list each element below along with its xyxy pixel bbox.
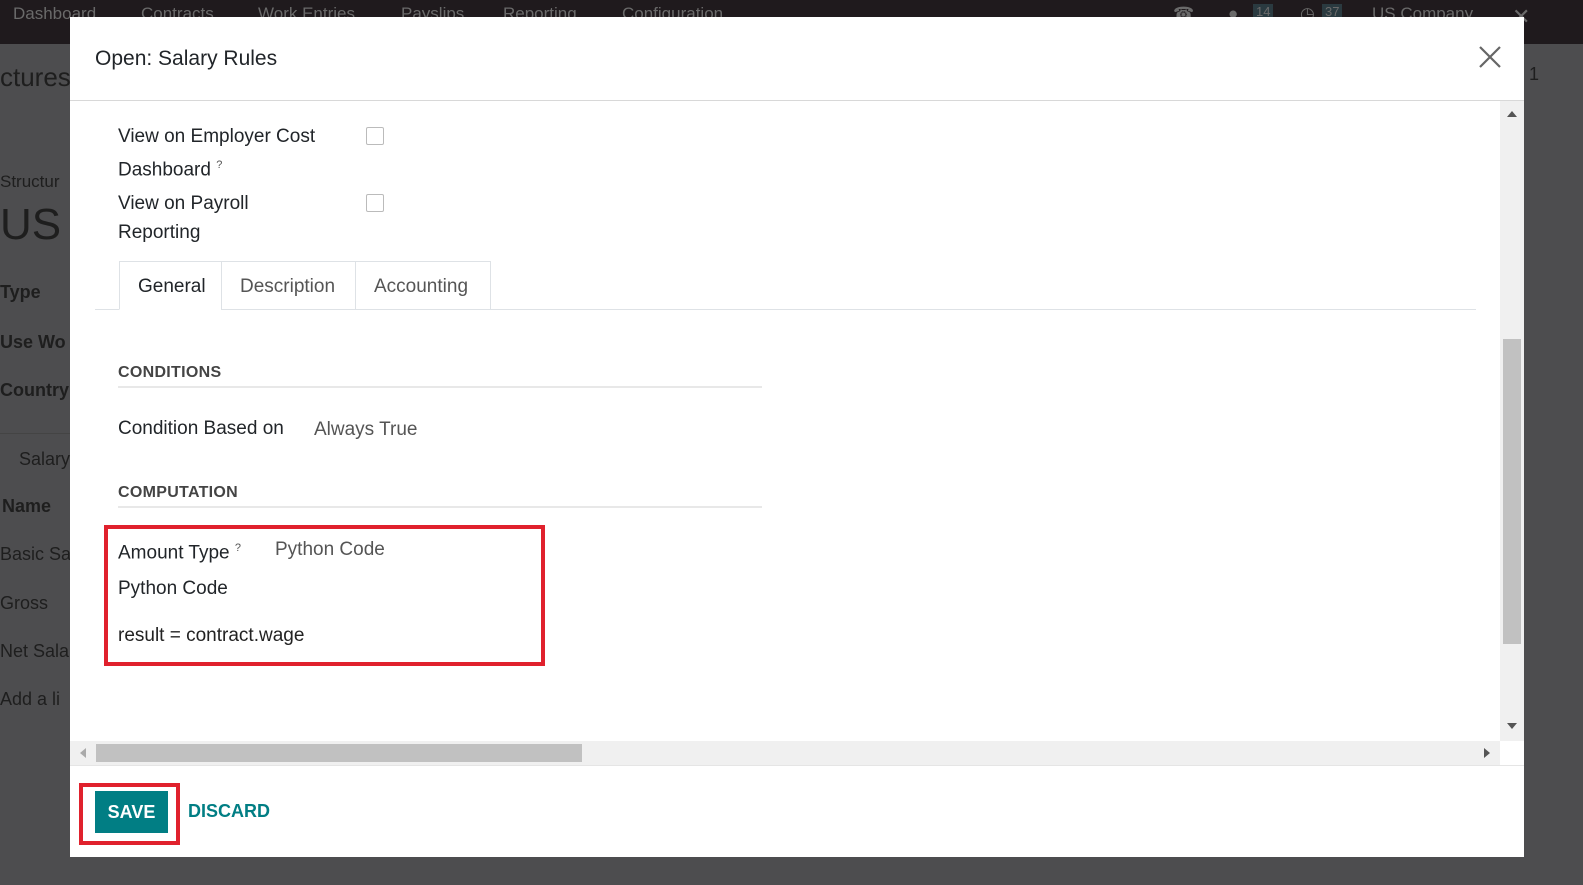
bg-row: Gross xyxy=(0,593,49,613)
tab-accounting[interactable]: Accounting xyxy=(355,261,491,310)
dialog-footer: SAVE DISCARD xyxy=(70,765,1524,857)
dialog-title: Open: Salary Rules xyxy=(95,47,278,70)
save-button[interactable]: SAVE xyxy=(95,791,168,833)
bg-field: Use Wo xyxy=(0,332,66,352)
bg-structure-name: US xyxy=(0,200,62,249)
computation-header: COMPUTATION xyxy=(118,484,239,501)
dialog-body: View on Employer Cost Dashboard ? View on… xyxy=(70,101,1524,765)
discard-button[interactable]: DISCARD xyxy=(188,801,270,822)
vertical-scroll-thumb[interactable] xyxy=(1503,339,1521,644)
conditions-header: CONDITIONS xyxy=(118,364,222,381)
tab-description[interactable]: Description xyxy=(221,261,356,310)
payroll-reporting-checkbox[interactable] xyxy=(366,194,384,212)
bg-row: Net Sala xyxy=(0,641,70,661)
bg-column-header: Name xyxy=(2,496,52,516)
python-code-editor[interactable]: result = contract.wage xyxy=(118,621,304,650)
scroll-right-icon[interactable] xyxy=(1484,748,1490,758)
bg-pager: 1 xyxy=(1529,64,1540,84)
vertical-scrollbar[interactable] xyxy=(1500,101,1524,741)
amount-type-label: Amount Type ? xyxy=(118,542,242,564)
help-icon[interactable]: ? xyxy=(235,542,241,554)
help-icon[interactable]: ? xyxy=(216,159,222,171)
employer-cost-label: View on Employer Cost Dashboard ? xyxy=(118,126,316,181)
payroll-reporting-label: View on Payroll Reporting xyxy=(118,193,249,243)
scroll-left-icon[interactable] xyxy=(80,748,86,758)
employer-cost-checkbox[interactable] xyxy=(366,127,384,145)
bg-row: Basic Sa xyxy=(0,544,72,564)
close-icon[interactable] xyxy=(1476,43,1504,71)
tab-general[interactable]: General xyxy=(119,261,222,310)
bg-field: Type xyxy=(0,282,41,302)
bg-add-line: Add a li xyxy=(0,689,61,709)
horizontal-scroll-thumb[interactable] xyxy=(96,744,582,762)
bg-field: Country xyxy=(0,380,69,400)
scroll-down-icon[interactable] xyxy=(1507,723,1517,729)
bg-structure-label: Structur xyxy=(0,172,60,191)
salary-rule-dialog: Open: Salary Rules View on Employer Cost… xyxy=(70,17,1524,857)
bg-tab: Salary xyxy=(19,449,71,469)
scroll-up-icon[interactable] xyxy=(1507,111,1517,117)
amount-type-value[interactable]: Python Code xyxy=(275,539,385,561)
horizontal-scrollbar[interactable] xyxy=(70,741,1500,765)
dialog-header: Open: Salary Rules xyxy=(70,17,1524,101)
condition-value[interactable]: Always True xyxy=(314,419,417,441)
python-code-label: Python Code xyxy=(118,578,228,599)
bg-breadcrumb: ctures xyxy=(0,62,71,92)
condition-label: Condition Based on xyxy=(118,418,284,439)
